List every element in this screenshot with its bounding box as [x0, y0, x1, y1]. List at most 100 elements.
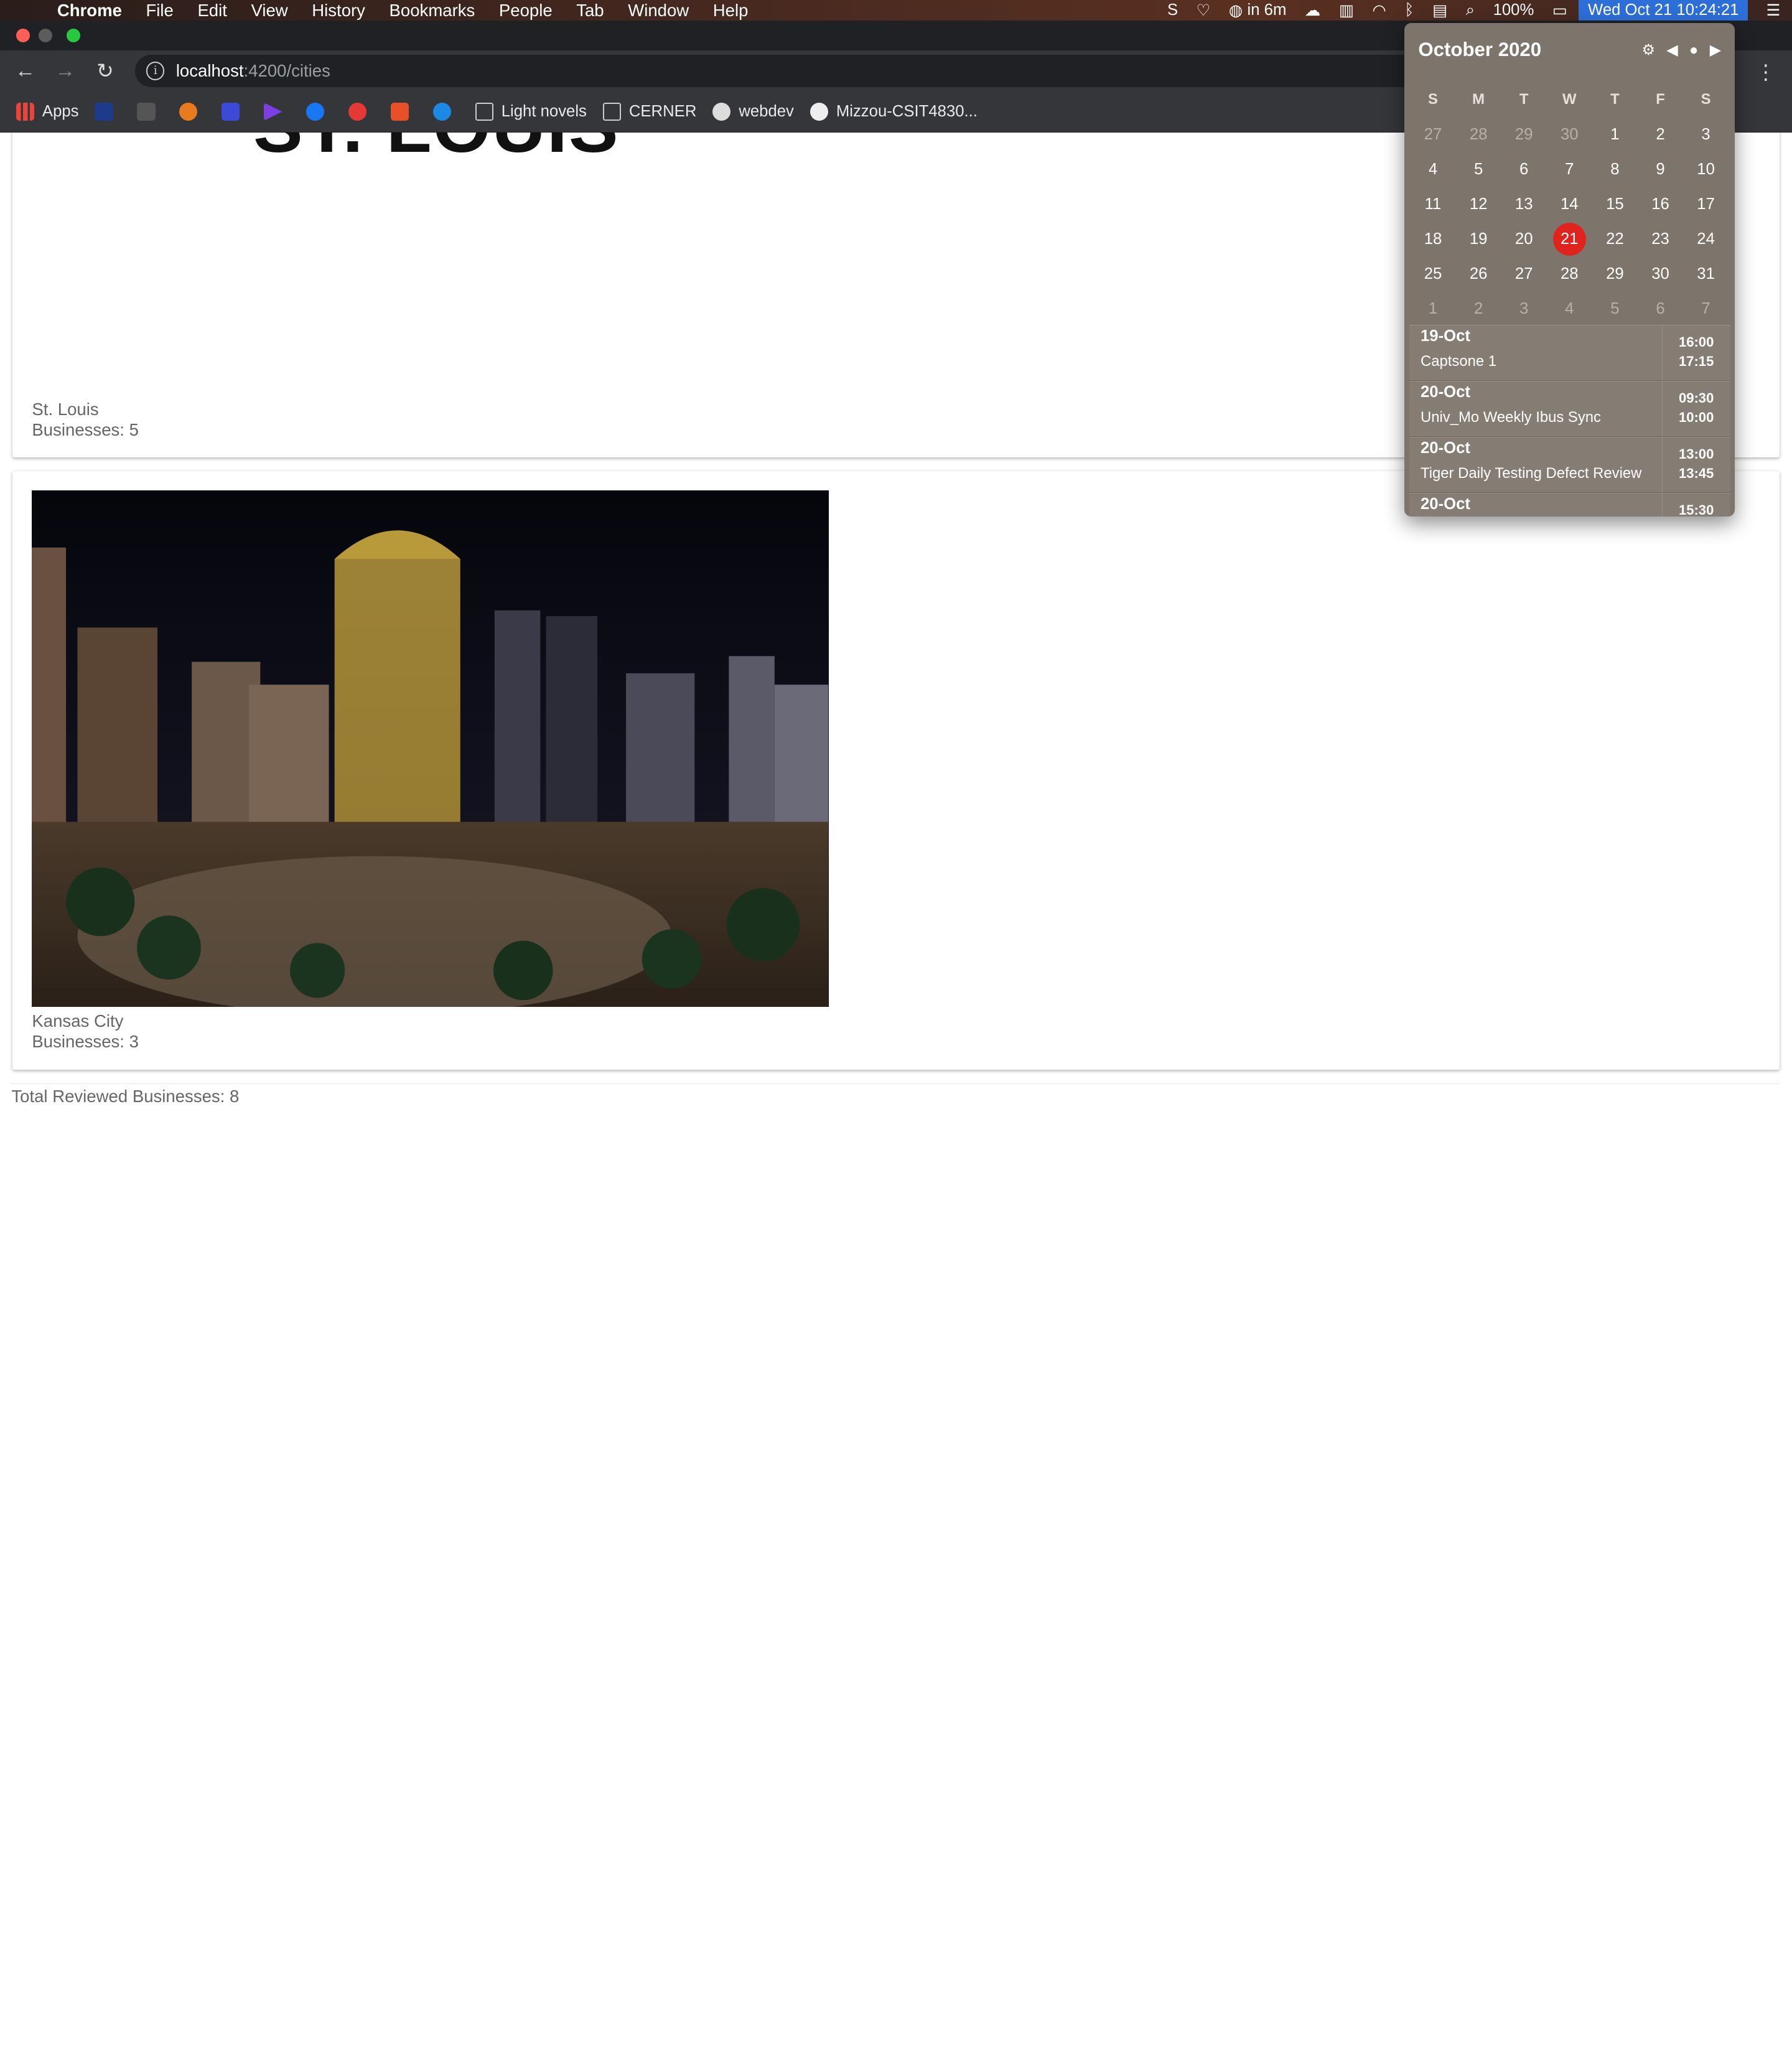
calendar-day[interactable]: 11 [1410, 195, 1455, 213]
menu-app-name[interactable]: Chrome [57, 0, 122, 21]
calendar-day[interactable]: 15 [1592, 195, 1638, 213]
cloud-icon[interactable]: ☁ [1305, 1, 1321, 20]
calendar-day-today[interactable]: 21 [1547, 222, 1592, 256]
search-icon[interactable]: ⌕ [1466, 1, 1475, 20]
bookmark-facebook[interactable] [306, 102, 332, 121]
menu-tab[interactable]: Tab [576, 0, 604, 21]
calendar-day[interactable]: 16 [1638, 195, 1683, 213]
meeting-status[interactable]: ◍ in 6m [1229, 1, 1286, 20]
reload-icon[interactable]: ↻ [90, 56, 120, 86]
bookmark-play[interactable] [263, 102, 290, 121]
notification-list-icon[interactable]: ☰ [1766, 1, 1781, 20]
calendar-day[interactable]: 8 [1592, 161, 1638, 179]
calendar-day[interactable]: 12 [1456, 195, 1501, 213]
calendar-day[interactable]: 24 [1683, 230, 1729, 248]
menu-view[interactable]: View [251, 0, 287, 21]
menu-window[interactable]: Window [628, 0, 689, 21]
bookmark-m[interactable] [221, 102, 248, 121]
calendar-day[interactable]: 5 [1592, 300, 1638, 318]
back-arrow-icon[interactable]: ← [11, 56, 40, 86]
menu-file[interactable]: File [146, 0, 173, 21]
menu-edit[interactable]: Edit [197, 0, 226, 21]
calendar-day[interactable]: 17 [1683, 195, 1729, 213]
city-card-kansas-city[interactable]: Kansas City Businesses: 3 [12, 470, 1780, 1070]
calendar-day[interactable]: 7 [1547, 161, 1592, 179]
battery-percent[interactable]: 100% [1493, 1, 1534, 19]
info-icon[interactable]: i [146, 62, 165, 80]
calendar-day[interactable]: 9 [1638, 161, 1683, 179]
window-zoom-button[interactable] [66, 28, 80, 42]
previous-month-icon[interactable]: ◀ [1666, 41, 1678, 59]
calendar-day[interactable]: 22 [1592, 230, 1638, 248]
calendar-controls: ⚙ ◀ ● ▶ [1641, 41, 1721, 59]
calendar-day[interactable]: 25 [1410, 265, 1455, 283]
bookmark-pumpkin[interactable] [179, 102, 205, 121]
event-date: 20-Oct [1421, 495, 1470, 513]
calendar-day[interactable]: 3 [1501, 300, 1547, 318]
bookmark-circle[interactable] [432, 102, 459, 121]
memory-icon[interactable]: ▥ [1339, 1, 1354, 20]
calendar-day[interactable]: 30 [1638, 265, 1683, 283]
menu-help[interactable]: Help [713, 0, 749, 21]
gear-icon[interactable]: ⚙ [1641, 41, 1654, 59]
calendar-day[interactable]: 4 [1410, 161, 1455, 179]
event-item[interactable]: 20-Oct Tiger Daily Testing Defect Review… [1409, 436, 1730, 493]
event-item[interactable]: 19-Oct Captsone 1 16:00 17:15 [1409, 324, 1730, 381]
bookmark-box[interactable] [137, 102, 163, 121]
menu-people[interactable]: People [499, 0, 553, 21]
calendar-day[interactable]: 28 [1547, 265, 1592, 283]
calendar-day[interactable]: 3 [1683, 126, 1729, 144]
calendar-day[interactable]: 23 [1638, 230, 1683, 248]
flag-icon[interactable]: ▤ [1432, 1, 1447, 20]
forward-arrow-icon[interactable]: → [50, 56, 80, 86]
calendar-day[interactable]: 2 [1456, 300, 1501, 318]
calendar-day[interactable]: 27 [1501, 265, 1547, 283]
calendar-day[interactable]: 28 [1456, 126, 1501, 144]
calendar-day[interactable]: 31 [1683, 265, 1729, 283]
bookmark-light-novels[interactable]: Light novels [475, 102, 587, 121]
bookmark-webdev[interactable]: webdev [712, 102, 794, 121]
event-item[interactable]: 20-Oct Univ_Mo Weekly Ibus Sync 09:30 10… [1409, 380, 1730, 437]
today-dot-icon[interactable]: ● [1689, 42, 1698, 59]
calendar-day[interactable]: 5 [1456, 161, 1501, 179]
s-app-icon[interactable]: S [1167, 1, 1178, 19]
menu-bookmarks[interactable]: Bookmarks [390, 0, 475, 21]
next-month-icon[interactable]: ▶ [1710, 41, 1721, 59]
calendar-day[interactable]: 27 [1410, 126, 1455, 144]
bookmark-youtube[interactable] [348, 102, 375, 121]
calendar-day[interactable]: 6 [1501, 161, 1547, 179]
calendar-day[interactable]: 29 [1592, 265, 1638, 283]
window-minimize-button[interactable] [39, 28, 53, 42]
bookmark-cerner[interactable]: CERNER [602, 102, 696, 121]
calendar-day[interactable]: 2 [1638, 126, 1683, 144]
bookmark-flag[interactable] [390, 102, 417, 121]
menu-history[interactable]: History [312, 0, 365, 21]
calendar-day[interactable]: 29 [1501, 126, 1547, 144]
calendar-day[interactable]: 20 [1501, 230, 1547, 248]
calendar-day[interactable]: 7 [1683, 300, 1729, 318]
calendar-day[interactable]: 14 [1547, 195, 1592, 213]
calendar-day[interactable]: 18 [1410, 230, 1455, 248]
calendar-day[interactable]: 4 [1547, 300, 1592, 318]
battery-icon[interactable]: ▭ [1552, 1, 1567, 20]
calendar-day[interactable]: 10 [1683, 161, 1729, 179]
bookmark-apps[interactable]: Apps [16, 102, 79, 121]
bluetooth-icon[interactable]: ᛒ [1404, 1, 1414, 19]
wifi-icon[interactable]: ◠ [1372, 1, 1386, 20]
calendar-day[interactable]: 13 [1501, 195, 1547, 213]
calendar-day[interactable]: 6 [1638, 300, 1683, 318]
calendar-day[interactable]: 30 [1547, 126, 1592, 144]
calendar-day[interactable]: 19 [1456, 230, 1501, 248]
menu-bar: Chrome File Edit View History Bookmarks … [0, 0, 1792, 21]
calendar-day[interactable]: 26 [1456, 265, 1501, 283]
calendar-day[interactable]: 1 [1592, 126, 1638, 144]
shield-icon[interactable]: ♡ [1197, 1, 1211, 20]
more-menu-icon[interactable]: ⋮ [1755, 60, 1776, 85]
bookmark-label: Mizzou-CSIT4830... [836, 102, 978, 120]
menubar-clock[interactable]: Wed Oct 21 10:24:21 [1579, 0, 1748, 21]
event-item[interactable]: 20-Oct 15:30 [1409, 492, 1730, 517]
bookmark-mizzou[interactable]: Mizzou-CSIT4830... [810, 102, 978, 121]
bookmark-ac[interactable] [95, 102, 121, 121]
calendar-day[interactable]: 1 [1410, 300, 1455, 318]
window-close-button[interactable] [16, 28, 30, 42]
